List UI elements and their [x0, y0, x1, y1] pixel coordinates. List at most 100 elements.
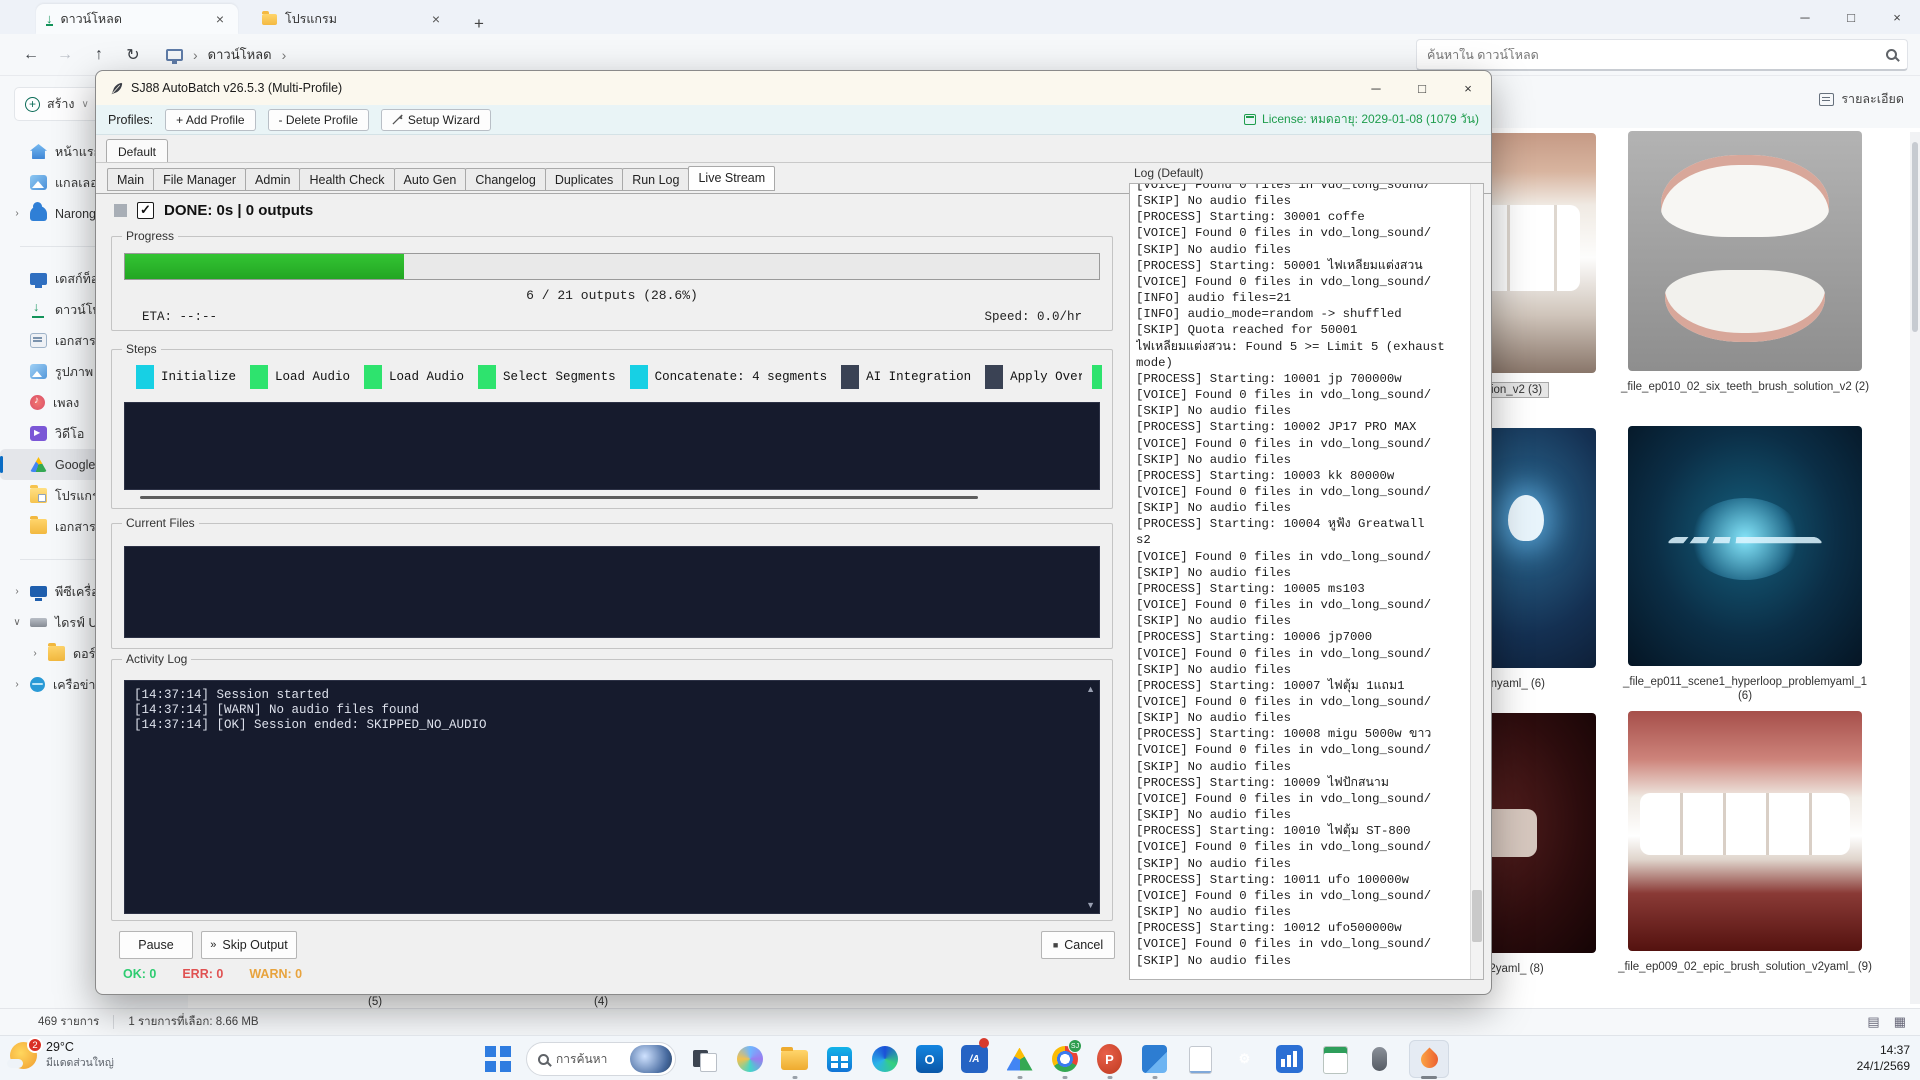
explorer-tab-programs[interactable]: โปรแกรม ×	[252, 4, 454, 34]
spreadsheet-app-icon[interactable]	[1319, 1041, 1350, 1077]
step-chip-partial	[1092, 365, 1102, 389]
pause-button[interactable]: Pause	[119, 931, 193, 959]
close-icon[interactable]: ×	[1445, 81, 1491, 96]
google-drive-icon[interactable]	[1004, 1041, 1035, 1077]
close-tab-icon[interactable]: ×	[428, 11, 444, 27]
log-lines: [VOICE] Found 0 files in vdo_long_sound/…	[1130, 183, 1483, 969]
notes-app-icon[interactable]	[1184, 1041, 1215, 1077]
setup-wizard-button[interactable]: Setup Wizard	[381, 109, 491, 131]
log-line: [VOICE] Found 0 files in vdo_long_sound/	[1136, 791, 1479, 807]
log-pane[interactable]: [VOICE] Found 0 files in vdo_long_sound/…	[1129, 183, 1484, 980]
search-highlight-image[interactable]	[630, 1045, 672, 1073]
app-tab[interactable]: File Manager	[153, 168, 246, 191]
app-tab[interactable]: Auto Gen	[394, 168, 467, 191]
close-tab-icon[interactable]: ×	[212, 11, 228, 27]
minimize-icon[interactable]: ─	[1353, 81, 1399, 96]
files-scrollbar[interactable]	[1910, 132, 1920, 1004]
file-item[interactable]: _file_ep010_02_six_teeth_brush_solution_…	[1612, 131, 1878, 394]
log-line: [PROCESS] Starting: 10005 ms103	[1136, 581, 1479, 597]
log-line: [SKIP] No audio files	[1136, 193, 1479, 209]
breadcrumb-path[interactable]: ดาวน์โหลด	[208, 44, 272, 65]
ms-store-icon[interactable]	[824, 1041, 855, 1077]
copilot-icon[interactable]	[734, 1041, 765, 1077]
taskbar-clock[interactable]: 14:37 24/1/2569	[1857, 1042, 1910, 1074]
close-icon[interactable]: ×	[1874, 10, 1920, 25]
breadcrumb[interactable]: › ดาวน์โหลด ›	[166, 44, 286, 65]
app-tab[interactable]: Run Log	[622, 168, 689, 191]
log-line: [SKIP] No audio files	[1136, 403, 1479, 419]
weather-widget[interactable]: 2 29°C มีแดดส่วนใหญ่	[10, 1040, 114, 1071]
expander-icon[interactable]: ›	[12, 679, 22, 690]
expander-icon[interactable]: ∨	[12, 617, 22, 628]
sidebar-item-icon	[30, 302, 47, 317]
search-input[interactable]	[1427, 48, 1878, 62]
file-item[interactable]: _file_ep011_scene1_hyperloop_problemyaml…	[1612, 426, 1878, 703]
new-tab-button[interactable]: +	[468, 14, 490, 34]
minimize-icon[interactable]: ─	[1782, 10, 1828, 25]
stop-square-icon[interactable]	[114, 204, 127, 217]
chart-app-icon[interactable]	[1274, 1041, 1305, 1077]
start-button[interactable]	[482, 1041, 513, 1077]
file-caption[interactable]: _file_ep011_scene1_hyperloop_problemyaml…	[1612, 675, 1878, 703]
grid-view-icon[interactable]: ▦	[1894, 1014, 1906, 1030]
chrome-profile-icon[interactable]: SJ	[1049, 1041, 1080, 1077]
forward-icon[interactable]: →	[48, 46, 82, 64]
activity-log-line: [14:37:14] Session started	[134, 688, 1090, 703]
settings-gear-icon[interactable]: ⚙	[1229, 1041, 1260, 1077]
log-scrollbar-thumb[interactable]	[1472, 890, 1482, 942]
step-color-swatch	[250, 365, 268, 389]
file-caption[interactable]: _file_ep010_02_six_teeth_brush_solution_…	[1612, 380, 1878, 394]
log-line: [PROCESS] Starting: 10007 ไฟตุ้ม 1แถม1	[1136, 678, 1479, 694]
cancel-button[interactable]: ■ Cancel	[1041, 931, 1115, 959]
list-view-icon[interactable]: ▤	[1867, 1014, 1879, 1030]
file-explorer-icon[interactable]	[779, 1041, 810, 1077]
app-tab[interactable]: Duplicates	[545, 168, 623, 191]
log-line: [SKIP] Quota reached for 50001	[1136, 322, 1479, 338]
dev-app-icon[interactable]: /A	[959, 1041, 990, 1077]
sidebar-item-icon	[30, 586, 47, 597]
app-tab[interactable]: Live Stream	[688, 166, 775, 191]
delete-profile-button[interactable]: - Delete Profile	[268, 109, 369, 131]
explorer-tab-downloads[interactable]: ↓ ดาวน์โหลด ×	[36, 4, 238, 34]
mouse-utility-icon[interactable]	[1364, 1041, 1395, 1077]
sidebar-item-icon	[30, 426, 47, 441]
profile-tab-default[interactable]: Default	[106, 139, 168, 163]
details-button[interactable]: รายละเอียด	[1819, 89, 1904, 109]
add-profile-button[interactable]: + Add Profile	[165, 109, 255, 131]
back-icon[interactable]: ←	[14, 46, 48, 64]
log-line: [PROCESS] Starting: 10002 JP17 PRO MAX	[1136, 419, 1479, 435]
app-tab[interactable]: Health Check	[299, 168, 394, 191]
steps-scrollbar[interactable]	[140, 496, 978, 499]
taskbar-search[interactable]: การค้นหา	[526, 1042, 676, 1076]
edge-icon[interactable]	[869, 1041, 900, 1077]
scroll-down-icon[interactable]: ▼	[1086, 900, 1095, 910]
app-tab[interactable]: Main	[107, 168, 154, 191]
app-tab[interactable]: Changelog	[465, 168, 545, 191]
steps-group-label: Steps	[122, 342, 161, 356]
log-scrollbar[interactable]	[1470, 184, 1483, 979]
log-line: [SKIP] No audio files	[1136, 613, 1479, 629]
task-view-icon[interactable]	[689, 1041, 720, 1077]
expander-icon[interactable]: ›	[30, 648, 40, 659]
file-item[interactable]: _file_ep009_02_epic_brush_solution_v2yam…	[1612, 711, 1878, 974]
expander-icon[interactable]: ›	[12, 208, 22, 219]
expander-icon[interactable]: ›	[12, 586, 22, 597]
maximize-icon[interactable]: □	[1828, 10, 1874, 25]
app-titlebar[interactable]: SJ88 AutoBatch v26.5.3 (Multi-Profile) ─…	[96, 71, 1491, 105]
done-checkbox[interactable]: ✓	[137, 202, 154, 219]
outlook-icon[interactable]: O	[914, 1041, 945, 1077]
sharp-app-icon[interactable]	[1139, 1041, 1170, 1077]
progress-bar	[124, 253, 1100, 280]
step-label: Load Audio	[389, 370, 464, 384]
app-tab[interactable]: Admin	[245, 168, 300, 191]
file-caption[interactable]: _file_ep009_02_epic_brush_solution_v2yam…	[1612, 960, 1878, 974]
refresh-icon[interactable]: ↻	[116, 45, 150, 65]
scroll-up-icon[interactable]: ▲	[1086, 684, 1095, 694]
skip-output-button[interactable]: » Skip Output	[201, 931, 297, 959]
autobatch-active-app-icon[interactable]	[1409, 1040, 1449, 1078]
new-button[interactable]: + สร้าง ∨	[14, 87, 100, 121]
powerpoint-icon[interactable]: P	[1094, 1041, 1125, 1077]
explorer-search[interactable]	[1416, 39, 1908, 71]
up-icon[interactable]: ↑	[82, 46, 116, 64]
maximize-icon[interactable]: □	[1399, 81, 1445, 96]
